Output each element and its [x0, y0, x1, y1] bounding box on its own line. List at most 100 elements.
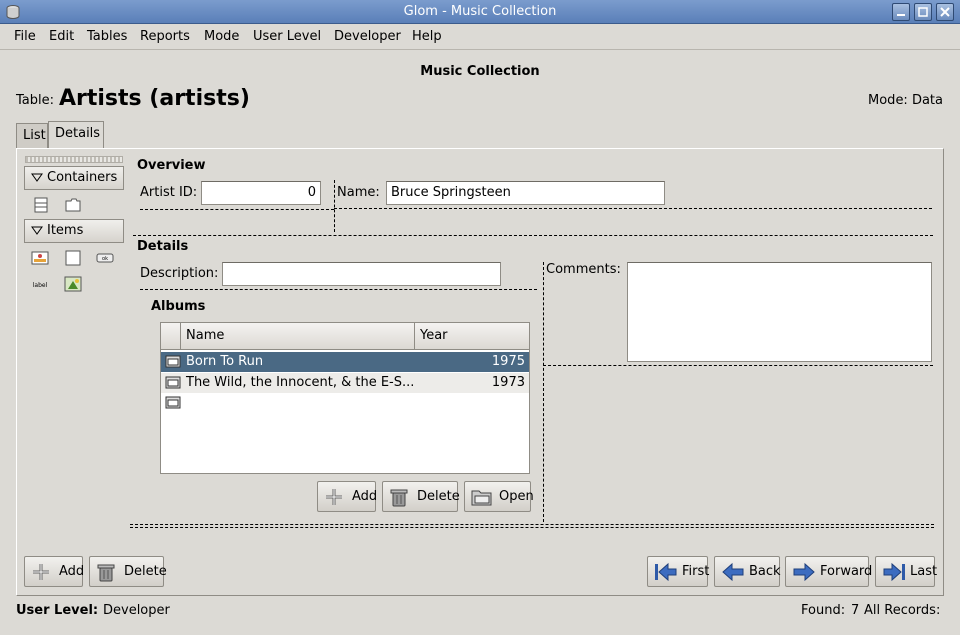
items-expander[interactable]: Items: [24, 219, 124, 243]
maximize-button[interactable]: [914, 3, 932, 21]
comments-label: Comments:: [546, 262, 621, 277]
user-level-value: Developer: [103, 603, 170, 618]
back-button[interactable]: Back: [714, 556, 781, 587]
containers-expander[interactable]: Containers: [24, 166, 124, 190]
expand-arrow-icon: [31, 173, 43, 182]
divider: [334, 208, 932, 209]
trash-icon: [97, 564, 115, 582]
maximize-icon: [918, 7, 928, 17]
first-label: First: [682, 564, 710, 579]
items-label: Items: [47, 223, 84, 238]
divider: [140, 289, 537, 290]
expand-arrow-icon: [31, 226, 43, 235]
menu-edit[interactable]: Edit: [49, 29, 74, 44]
divider: [543, 365, 933, 366]
artist-id-label: Artist ID:: [140, 185, 198, 200]
minimize-button[interactable]: [892, 3, 910, 21]
open-record-icon[interactable]: [165, 354, 181, 368]
table-name: Artists (artists): [59, 86, 250, 111]
menu-help[interactable]: Help: [412, 29, 442, 44]
forward-label: Forward: [820, 564, 873, 579]
record-add-button[interactable]: Add: [24, 556, 85, 587]
menu-file[interactable]: File: [14, 29, 36, 44]
menu-bar: File Edit Tables Reports Mode User Level…: [0, 24, 960, 50]
divider: [334, 180, 335, 232]
column-header-name[interactable]: Name: [181, 323, 415, 350]
column-header-year[interactable]: Year: [415, 323, 529, 350]
close-icon: [940, 7, 950, 17]
record-delete-label: Delete: [124, 564, 167, 579]
table-row-new[interactable]: [161, 393, 529, 413]
record-delete-button[interactable]: Delete: [89, 556, 167, 587]
trash-icon: [390, 489, 408, 507]
all-records-label: All Records:: [864, 603, 941, 618]
table-row[interactable]: Born To Run 1975: [161, 352, 529, 372]
tab-details[interactable]: Details: [48, 121, 104, 149]
comments-field[interactable]: [627, 262, 932, 362]
table-label: Table:: [16, 93, 54, 108]
albums-table[interactable]: Name Year Born To Run 1975 The Wild, the…: [160, 322, 530, 474]
containers-label: Containers: [47, 170, 118, 185]
minimize-icon: [897, 14, 905, 16]
artist-id-field[interactable]: 0: [201, 181, 321, 205]
albums-open-button[interactable]: Open: [464, 481, 534, 512]
divider: [133, 235, 933, 236]
name-label: Name:: [337, 185, 380, 200]
found-count: 7: [851, 603, 860, 618]
details-title: Details: [137, 239, 189, 254]
menu-mode[interactable]: Mode: [204, 29, 239, 44]
album-name: The Wild, the Innocent, & the E-S...: [186, 375, 415, 390]
palette-grip[interactable]: [25, 156, 123, 163]
open-record-icon[interactable]: [165, 395, 181, 409]
found-label: Found:: [801, 603, 846, 618]
button-item-icon[interactable]: ok: [96, 250, 114, 266]
last-label: Last: [910, 564, 938, 579]
add-icon: [326, 489, 342, 505]
name-field[interactable]: Bruce Springsteen: [386, 181, 665, 205]
albums-delete-label: Delete: [417, 489, 460, 504]
table-row[interactable]: The Wild, the Innocent, & the E-S... 197…: [161, 373, 529, 393]
albums-title: Albums: [151, 299, 206, 314]
last-button[interactable]: Last: [875, 556, 938, 587]
record-add-label: Add: [59, 564, 85, 579]
title-bar[interactable]: Glom - Music Collection: [0, 0, 960, 24]
albums-open-label: Open: [499, 489, 534, 504]
albums-delete-button[interactable]: Delete: [382, 481, 460, 512]
row-header-cell: [161, 323, 181, 350]
divider: [130, 524, 934, 525]
menu-tables[interactable]: Tables: [87, 29, 127, 44]
close-button[interactable]: [936, 3, 954, 21]
menu-user-level[interactable]: User Level: [253, 29, 321, 44]
window-title: Glom - Music Collection: [403, 4, 557, 19]
back-label: Back: [749, 564, 781, 579]
label-item-icon-text: label: [33, 282, 48, 289]
divider: [140, 209, 334, 210]
mode-label: Mode: Data: [868, 93, 943, 108]
image-item-icon[interactable]: [64, 276, 82, 292]
first-button[interactable]: First: [647, 556, 710, 587]
divider: [543, 262, 544, 522]
forward-button[interactable]: Forward: [785, 556, 873, 587]
albums-add-label: Add: [352, 489, 378, 504]
text-item-icon[interactable]: [64, 250, 82, 266]
add-icon: [33, 564, 49, 580]
button-item-icon-text: ok: [102, 256, 108, 262]
menu-reports[interactable]: Reports: [140, 29, 190, 44]
database-title: Music Collection: [420, 64, 540, 79]
open-record-icon[interactable]: [165, 375, 181, 389]
description-label: Description:: [140, 266, 219, 281]
menu-developer[interactable]: Developer: [334, 29, 401, 44]
notebook-container-icon[interactable]: [64, 197, 82, 213]
album-name: Born To Run: [186, 354, 264, 369]
albums-add-button[interactable]: Add: [317, 481, 378, 512]
user-level-label: User Level:: [16, 603, 99, 618]
description-field[interactable]: [222, 262, 501, 286]
group-container-icon[interactable]: [32, 197, 50, 213]
label-item-icon[interactable]: label: [31, 276, 49, 292]
tab-list[interactable]: List: [16, 123, 48, 149]
last-record-icon: [883, 562, 905, 582]
first-record-icon: [655, 562, 677, 582]
overview-title: Overview: [137, 158, 206, 173]
field-item-icon[interactable]: [31, 250, 49, 266]
forward-arrow-icon: [793, 562, 815, 582]
